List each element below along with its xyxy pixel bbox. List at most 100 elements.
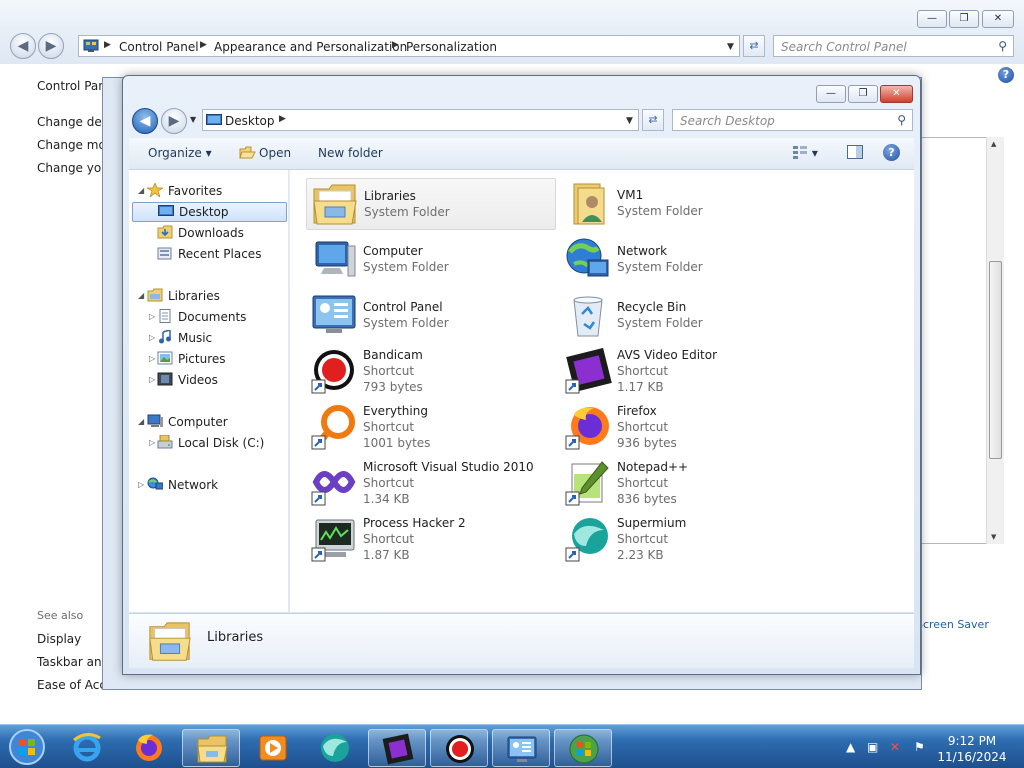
help-icon[interactable]: ? <box>883 144 900 161</box>
file-item-supermium[interactable]: Supermium Shortcut 2.23 KB <box>560 514 810 570</box>
breadcrumb-control-panel[interactable]: Control Panel <box>119 40 199 54</box>
explorer-back-button[interactable]: ◀ <box>132 108 158 134</box>
organize-button[interactable]: Organize ▾ <box>148 146 212 160</box>
preview-pane-button[interactable] <box>847 145 863 162</box>
clock-date: 11/16/2024 <box>937 750 1007 764</box>
nav-videos[interactable]: Videos <box>157 372 218 392</box>
nav-desktop-label: Desktop <box>179 205 229 219</box>
file-size: 936 bytes <box>617 436 677 450</box>
file-item-vm1[interactable]: VM1 System Folder <box>560 178 810 230</box>
scrollbar-thumb[interactable] <box>989 261 1002 459</box>
everything-search-icon <box>311 405 355 450</box>
taskbar-avs-video-editor[interactable] <box>368 729 426 767</box>
internet-explorer-icon <box>73 733 101 762</box>
file-item-bandicam[interactable]: Bandicam Shortcut 793 bytes <box>306 346 556 402</box>
file-item-libraries[interactable]: Libraries System Folder <box>306 178 556 230</box>
control-panel-icon <box>83 39 99 52</box>
nav-pictures[interactable]: Pictures <box>157 351 226 371</box>
nav-favorites[interactable]: Favorites <box>145 182 222 203</box>
help-icon[interactable]: ? <box>998 67 1014 83</box>
action-center-flag-icon[interactable]: ⚑ <box>914 740 925 754</box>
change-view-button[interactable]: ▾ <box>792 145 818 160</box>
screen-saver-link[interactable]: Screen Saver <box>916 618 989 631</box>
theme-list-scrollbar[interactable]: ▲ ▼ <box>986 137 1004 544</box>
explorer-forward-button[interactable]: ▶ <box>161 108 187 134</box>
nav-recent-places[interactable]: Recent Places <box>157 246 261 266</box>
file-list: Libraries System Folder VM1 System Folde… <box>290 170 914 612</box>
nav-music[interactable]: Music <box>157 329 212 350</box>
chevron-down-icon[interactable]: ▼ <box>626 116 633 126</box>
back-button[interactable]: ◀ <box>10 33 36 59</box>
close-button[interactable]: ✕ <box>982 10 1014 28</box>
file-type: System Folder <box>617 316 703 330</box>
taskbar-internet-explorer[interactable] <box>58 729 116 767</box>
explorer-minimize-button[interactable]: — <box>816 85 846 103</box>
taskbar-firefox[interactable] <box>120 729 178 767</box>
address-desktop[interactable]: Desktop <box>225 114 275 128</box>
taskbar-windows-update[interactable] <box>554 729 612 767</box>
minimize-button[interactable]: — <box>917 10 947 28</box>
file-item-notepad-plus-plus[interactable]: Notepad++ Shortcut 836 bytes <box>560 458 810 514</box>
file-name: Supermium <box>617 516 687 530</box>
show-hidden-icons-chevron-icon[interactable]: ▲ <box>846 740 855 754</box>
file-name: Bandicam <box>363 348 423 362</box>
file-item-firefox[interactable]: Firefox Shortcut 936 bytes <box>560 402 810 458</box>
nav-computer[interactable]: Computer <box>147 414 228 434</box>
file-item-control-panel[interactable]: Control Panel System Folder <box>306 290 556 342</box>
taskbar-bandicam[interactable] <box>430 729 488 767</box>
firefox-icon <box>136 734 162 761</box>
file-item-recycle-bin[interactable]: Recycle Bin System Folder <box>560 290 810 342</box>
nav-downloads[interactable]: Downloads <box>157 225 244 245</box>
supermium-icon <box>565 518 608 562</box>
libraries-folder-icon <box>313 184 357 225</box>
taskbar-supermium[interactable] <box>306 729 364 767</box>
file-name: Process Hacker 2 <box>363 516 466 530</box>
nav-network[interactable]: Network <box>147 477 218 497</box>
nav-local-disk[interactable]: Local Disk (C:) <box>157 434 264 455</box>
file-item-process-hacker-2[interactable]: Process Hacker 2 Shortcut 1.87 KB <box>306 514 556 570</box>
control-panel-search-input[interactable]: Search Control Panel ⚲ <box>773 35 1014 57</box>
nav-computer-label: Computer <box>168 415 228 429</box>
network-icon <box>147 477 164 490</box>
breadcrumb-personalization[interactable]: Personalization <box>406 40 497 54</box>
refresh-button[interactable]: ⇄ <box>743 35 765 57</box>
file-item-computer[interactable]: Computer System Folder <box>306 234 556 286</box>
local-disk-icon <box>157 434 173 449</box>
new-folder-button[interactable]: New folder <box>318 146 383 160</box>
explorer-close-button[interactable]: ✕ <box>880 85 913 103</box>
file-type: System Folder <box>617 204 703 218</box>
nav-desktop[interactable]: Desktop <box>132 202 287 222</box>
nav-libraries[interactable]: Libraries <box>147 288 220 308</box>
file-item-visual-studio-2010[interactable]: Microsoft Visual Studio 2010 Shortcut 1.… <box>306 458 556 514</box>
file-name: Everything <box>363 404 428 418</box>
file-item-everything[interactable]: Everything Shortcut 1001 bytes <box>306 402 556 458</box>
file-name: VM1 <box>617 188 644 202</box>
taskbar-windows-explorer[interactable] <box>182 729 240 767</box>
file-name: Computer <box>363 244 423 258</box>
file-item-network[interactable]: Network System Folder <box>560 234 810 286</box>
network-tray-icon[interactable]: ▣ <box>867 740 878 754</box>
file-type: Shortcut <box>617 532 669 546</box>
explorer-maximize-button[interactable]: ❐ <box>848 85 878 103</box>
taskbar-media-player[interactable] <box>244 729 302 767</box>
chevron-down-icon[interactable]: ▼ <box>727 42 734 52</box>
breadcrumb-appearance[interactable]: Appearance and Personalization <box>214 40 407 54</box>
explorer-refresh-button[interactable]: ⇄ <box>642 109 664 131</box>
display-link[interactable]: Display <box>37 632 81 646</box>
taskbar-control-panel[interactable] <box>492 729 550 767</box>
start-button[interactable] <box>2 729 52 767</box>
volume-muted-icon[interactable]: ✕ <box>890 740 900 754</box>
recent-pages-chevron-icon[interactable]: ▼ <box>190 115 196 124</box>
search-icon: ⚲ <box>897 113 906 127</box>
maximize-button[interactable]: ❐ <box>949 10 979 28</box>
nav-videos-label: Videos <box>178 373 218 387</box>
nav-documents[interactable]: Documents <box>157 309 246 329</box>
address-bar[interactable]: ▶ Control Panel ▶ Appearance and Persona… <box>78 35 740 57</box>
videos-icon <box>157 372 173 386</box>
taskbar-clock[interactable]: 9:12 PM 11/16/2024 <box>935 733 1009 765</box>
explorer-address-bar[interactable]: Desktop ▶ ▼ <box>202 109 639 131</box>
explorer-search-input[interactable]: Search Desktop ⚲ <box>672 109 913 131</box>
forward-button[interactable]: ▶ <box>38 33 64 59</box>
open-button[interactable]: Open <box>239 146 291 160</box>
file-item-avs-video-editor[interactable]: AVS Video Editor Shortcut 1.17 KB <box>560 346 810 402</box>
